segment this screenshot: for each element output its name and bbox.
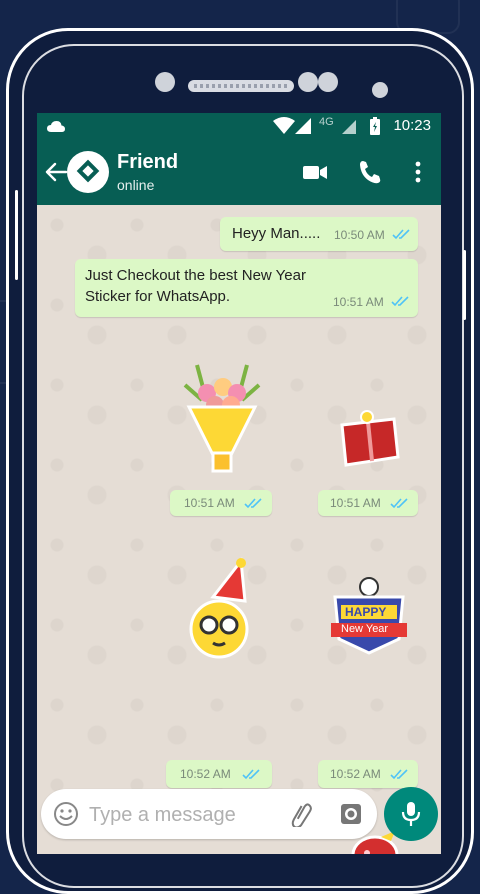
sticker-time-chip: 10:51 AM	[170, 490, 272, 516]
contact-name[interactable]: Friend	[117, 151, 178, 174]
read-receipt-icon	[244, 498, 262, 509]
outgoing-message[interactable]: Heyy Man..... 10:50 AM	[220, 217, 418, 251]
message-time: 10:50 AM	[334, 228, 385, 242]
mic-button[interactable]	[384, 787, 438, 841]
phone-front-camera	[155, 72, 175, 92]
gift-box-sticker[interactable]	[334, 405, 404, 475]
sticker-time-chip: 10:52 AM	[166, 760, 272, 788]
message-time: 10:51 AM	[330, 496, 381, 510]
message-time: 10:52 AM	[180, 767, 231, 781]
message-time: 10:52 AM	[330, 767, 381, 781]
chat-header: Friend online	[37, 139, 441, 205]
network-type-label: 4G	[319, 116, 334, 128]
read-receipt-icon	[392, 229, 410, 240]
message-time: 10:51 AM	[333, 295, 384, 309]
party-emoji-sticker[interactable]	[183, 557, 263, 667]
message-text: Heyy Man.....	[232, 225, 321, 242]
emoji-icon[interactable]	[53, 801, 79, 827]
read-receipt-icon	[242, 769, 260, 780]
status-bar: 4G 10:23	[37, 113, 441, 139]
happy-new-year-sticker[interactable]: HAPPY New Year	[327, 577, 411, 657]
message-composer	[41, 789, 377, 839]
message-time: 10:51 AM	[184, 496, 235, 510]
message-input[interactable]	[87, 799, 291, 831]
phone-sensor	[298, 72, 318, 92]
signal-icon	[295, 118, 311, 134]
attach-icon[interactable]	[289, 801, 315, 827]
message-text-line: Just Checkout the best New Year	[85, 267, 306, 284]
battery-icon	[370, 117, 380, 135]
more-options-icon[interactable]	[405, 159, 431, 185]
signal-icon	[342, 120, 356, 134]
sticker-time-chip: 10:51 AM	[318, 490, 418, 516]
mic-icon	[401, 802, 421, 826]
read-receipt-icon	[391, 296, 409, 307]
phone-side-button	[15, 190, 18, 280]
sticker-text: HAPPY	[345, 605, 387, 619]
wifi-icon	[273, 117, 295, 134]
outgoing-message[interactable]: Just Checkout the best New Year Sticker …	[75, 259, 418, 317]
back-arrow-icon[interactable]	[45, 162, 67, 182]
contact-status: online	[117, 177, 155, 193]
read-receipt-icon	[390, 769, 408, 780]
phone-sensor	[318, 72, 338, 92]
camera-icon[interactable]	[339, 802, 363, 826]
flower-bouquet-sticker[interactable]	[177, 355, 267, 475]
status-time: 10:23	[393, 117, 431, 134]
video-call-icon[interactable]	[302, 159, 328, 185]
read-receipt-icon	[390, 498, 408, 509]
avatar[interactable]	[67, 151, 109, 193]
phone-call-icon[interactable]	[357, 159, 383, 185]
avatar-logo	[76, 159, 100, 183]
sticker-text: New Year	[341, 623, 389, 635]
message-text-line: Sticker for WhatsApp.	[85, 288, 231, 305]
sticker-time-chip: 10:52 AM	[318, 760, 418, 788]
phone-side-button	[463, 250, 466, 320]
phone-screen: 4G 10:23 Friend online Heyy Man..... 10:…	[37, 113, 441, 854]
phone-speaker-grille	[194, 84, 288, 88]
cloud-icon	[47, 121, 65, 132]
chat-area[interactable]: Heyy Man..... 10:50 AM Just Checkout the…	[37, 205, 441, 854]
phone-light-sensor	[372, 82, 388, 98]
